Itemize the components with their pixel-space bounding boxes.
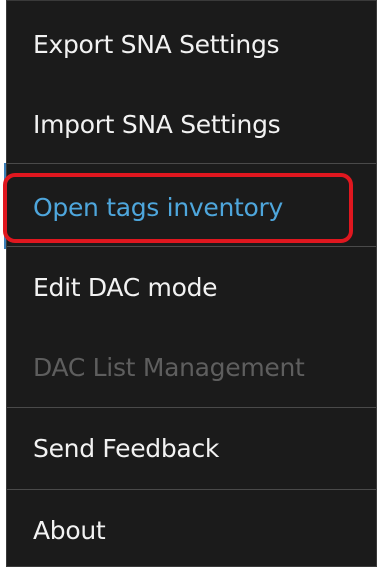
menu-item-import-sna-settings[interactable]: Import SNA Settings xyxy=(7,84,376,164)
context-menu: Export SNA Settings Import SNA Settings … xyxy=(3,0,377,570)
menu-item-export-sna-settings[interactable]: Export SNA Settings xyxy=(7,4,376,84)
selection-accent-bar xyxy=(4,163,6,249)
menu-item-open-tags-inventory[interactable]: Open tags inventory xyxy=(7,167,376,247)
menu-item-send-feedback[interactable]: Send Feedback xyxy=(7,408,376,488)
menu-item-about[interactable]: About xyxy=(7,490,376,570)
menu-separator xyxy=(7,163,376,164)
menu-item-edit-dac-mode[interactable]: Edit DAC mode xyxy=(7,247,376,327)
menu-item-dac-list-management: DAC List Management xyxy=(33,352,305,382)
